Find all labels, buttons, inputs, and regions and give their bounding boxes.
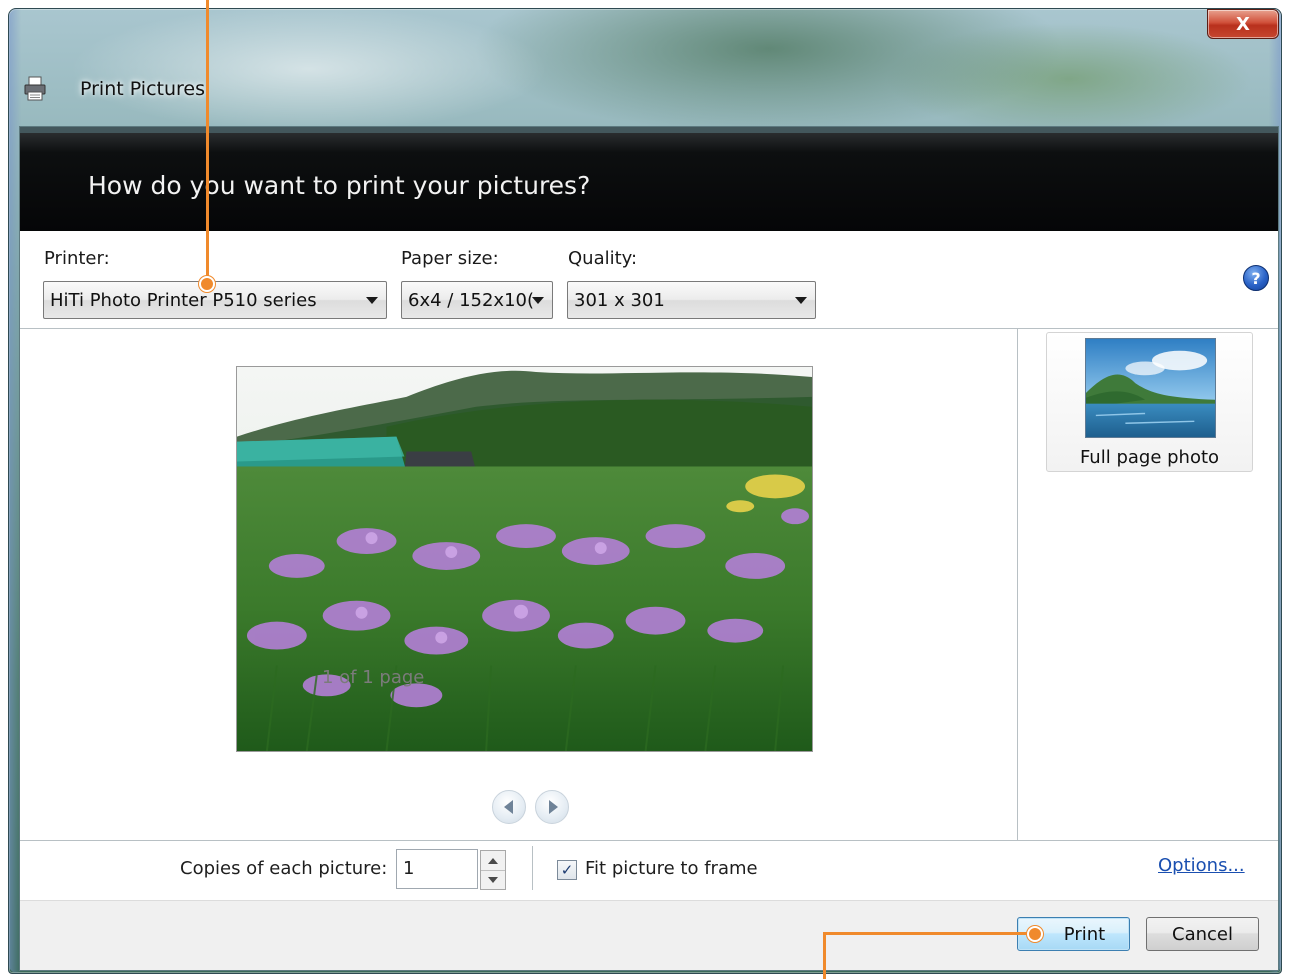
chevron-down-icon <box>488 877 498 883</box>
next-arrow-icon <box>549 800 558 814</box>
page-indicator: 1 of 1 page <box>322 667 425 688</box>
layout-pane-divider <box>1017 328 1018 840</box>
options-link[interactable]: Options... <box>1158 855 1245 876</box>
printer-value: HiTi Photo Printer P510 series <box>50 290 317 311</box>
banner-heading: How do you want to print your pictures? <box>88 171 591 200</box>
stepper-down-button[interactable] <box>481 870 505 889</box>
next-page-button[interactable] <box>535 790 569 824</box>
fit-picture-checkbox[interactable]: ✓ <box>557 860 577 880</box>
fit-picture-label: Fit picture to frame <box>585 858 758 879</box>
callout-dot-print <box>1027 926 1043 942</box>
quality-dropdown[interactable]: 301 x 301 <box>567 281 816 319</box>
chevron-down-icon <box>795 297 807 304</box>
help-icon[interactable]: ? <box>1243 265 1269 291</box>
paper-size-value: 6x4 / 152x10( <box>408 290 534 311</box>
printer-dropdown[interactable]: HiTi Photo Printer P510 series <box>43 281 387 319</box>
paper-size-label: Paper size: <box>401 248 499 269</box>
callout-dot-printer <box>199 276 215 292</box>
previous-page-button[interactable] <box>492 790 526 824</box>
full-page-photo-thumbnail <box>1085 338 1216 438</box>
help-glyph: ? <box>1251 268 1261 288</box>
layout-option-full-page-photo[interactable]: Full page photo <box>1046 332 1253 472</box>
close-button[interactable]: X <box>1207 9 1279 39</box>
printer-label: Printer: <box>44 248 110 269</box>
controls-separator <box>532 846 533 890</box>
quality-label: Quality: <box>568 248 638 269</box>
callout-line-print <box>823 932 1033 935</box>
copies-stepper[interactable] <box>480 850 506 890</box>
layout-option-label: Full page photo <box>1079 447 1220 468</box>
settings-divider <box>20 328 1278 329</box>
quality-value: 301 x 301 <box>574 290 665 311</box>
chevron-down-icon <box>532 297 544 304</box>
preview-divider <box>20 840 1278 841</box>
picture-preview <box>236 366 813 752</box>
paper-size-dropdown[interactable]: 6x4 / 152x10( <box>401 281 553 319</box>
copies-input[interactable]: 1 <box>396 849 478 889</box>
chevron-up-icon <box>488 857 498 864</box>
copies-label: Copies of each picture: <box>180 858 388 879</box>
callout-line-printer <box>206 0 209 282</box>
previous-arrow-icon <box>503 800 513 814</box>
callout-line-print-vertical <box>823 932 826 979</box>
window-title: Print Pictures <box>80 78 205 100</box>
cancel-button-label: Cancel <box>1172 923 1233 945</box>
close-icon: X <box>1236 13 1250 35</box>
stepper-up-button[interactable] <box>481 851 505 870</box>
cancel-button[interactable]: Cancel <box>1146 917 1259 951</box>
chevron-down-icon <box>366 297 378 304</box>
printer-icon <box>24 76 46 101</box>
checkmark-icon: ✓ <box>560 861 574 879</box>
print-button-label: Print <box>1063 923 1106 945</box>
